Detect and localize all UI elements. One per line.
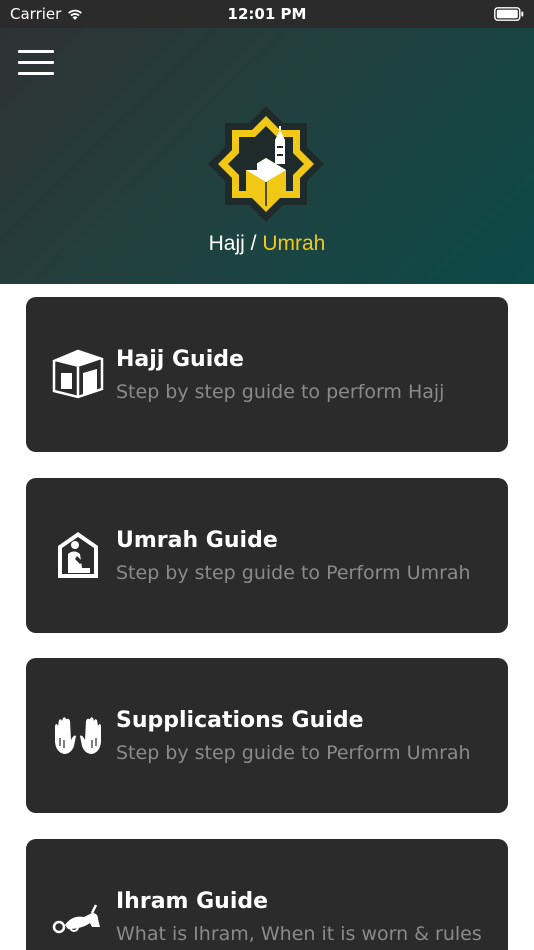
card-subtitle: Step by step guide to Perform Umrah [116, 742, 471, 764]
card-title: Hajj Guide [116, 347, 244, 372]
card-title: Ihram Guide [116, 889, 269, 914]
praying-hands-icon [55, 717, 101, 754]
card-title: Supplications Guide [116, 708, 364, 733]
hajj-guide-card[interactable]: Hajj Guide Step by step guide to perform… [26, 297, 508, 452]
prostrating-person-icon [52, 904, 100, 934]
card-subtitle: Step by step guide to Perform Umrah [116, 562, 471, 584]
app-title: Hajj / Umrah [0, 232, 534, 256]
clock: 12:01 PM [227, 5, 307, 23]
battery-icon [494, 7, 524, 21]
umrah-guide-card[interactable]: Umrah Guide Step by step guide to Perfor… [26, 478, 508, 633]
hamburger-menu-button[interactable] [18, 50, 54, 76]
supplications-guide-card[interactable]: Supplications Guide Step by step guide t… [26, 658, 508, 813]
card-subtitle: What is Ihram, When it is worn & rules [116, 923, 482, 945]
card-subtitle: Step by step guide to perform Hajj [116, 381, 445, 403]
header: Hajj / Umrah [0, 28, 534, 284]
app-title-hajj: Hajj / [208, 232, 263, 255]
praying-person-icon [58, 532, 98, 578]
ihram-guide-card[interactable]: Ihram Guide What is Ihram, When it is wo… [26, 839, 508, 950]
app-logo-icon [208, 106, 324, 222]
status-bar: Carrier 12:01 PM [0, 0, 534, 28]
kaaba-icon [52, 349, 104, 399]
app-title-umrah: Umrah [262, 232, 326, 255]
card-title: Umrah Guide [116, 528, 278, 553]
